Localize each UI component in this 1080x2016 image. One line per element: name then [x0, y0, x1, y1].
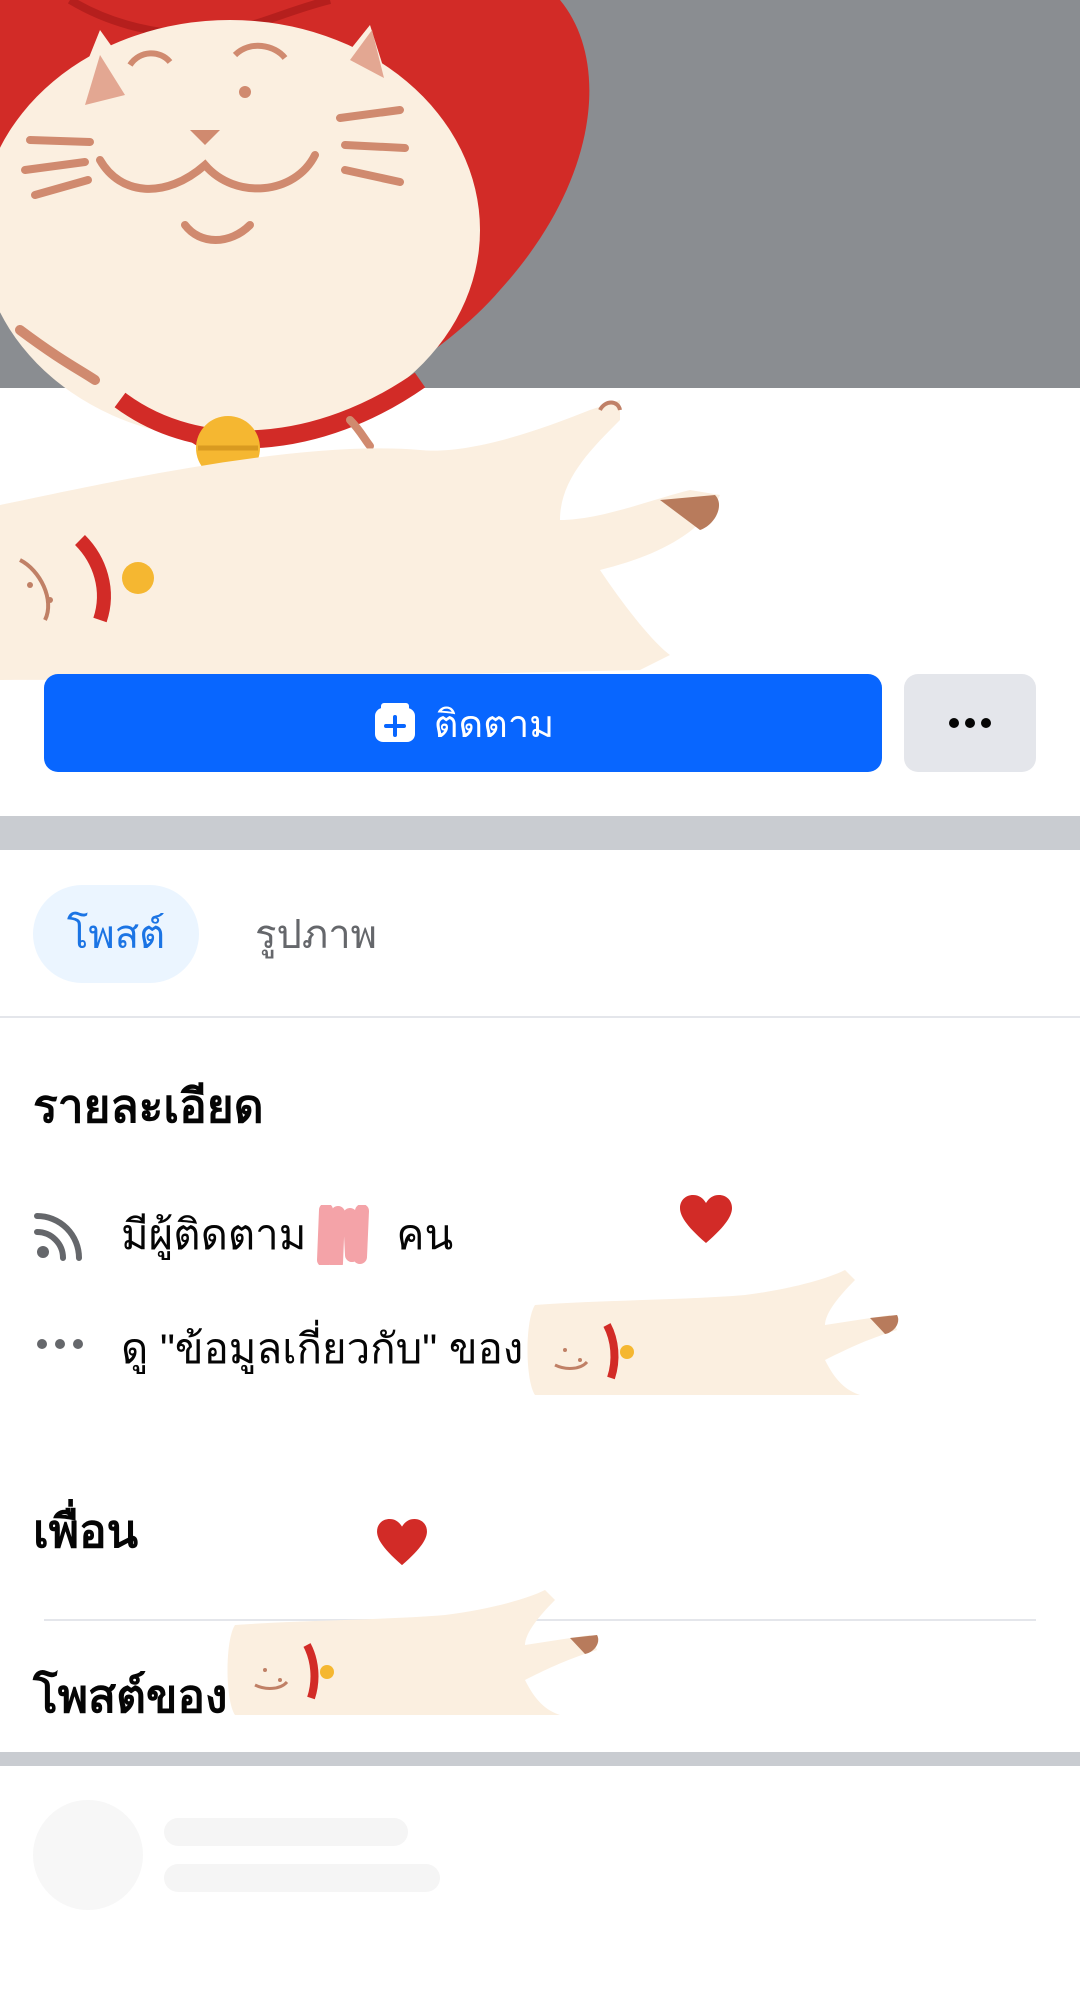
profile-picture-cat-sticker[interactable] — [0, 0, 760, 700]
follow-add-icon — [374, 703, 415, 742]
loading-avatar-placeholder — [33, 1800, 143, 1910]
followers-prefix: มีผู้ติดตาม — [121, 1211, 307, 1258]
details-heading: รายละเอียด — [33, 1080, 264, 1132]
tabs-divider — [0, 1016, 1080, 1018]
follow-button[interactable]: ติดตาม — [44, 674, 882, 772]
more-dots-icon — [37, 1339, 83, 1349]
see-about-label: ดู "ข้อมูลเกี่ยวกับ" ของ — [121, 1325, 524, 1372]
follow-button-label: ติดตาม — [433, 703, 555, 746]
more-options-button[interactable] — [904, 674, 1036, 772]
loading-text-placeholder — [164, 1818, 408, 1846]
heart-sticker-icon — [377, 1519, 427, 1566]
lying-cat-sticker-icon — [227, 1590, 599, 1715]
followers-row: มีผู้ติดตาม คน — [33, 1200, 453, 1270]
loading-text-placeholder — [164, 1864, 440, 1892]
friends-heading[interactable]: เพื่อน — [33, 1495, 138, 1568]
followers-suffix: คน — [396, 1211, 454, 1258]
ellipsis-icon — [949, 718, 991, 728]
tab-posts[interactable]: โพสต์ — [33, 885, 199, 983]
rss-feed-icon — [34, 1213, 82, 1261]
scribble-redaction — [317, 1203, 370, 1270]
tab-photos[interactable]: รูปภาพ — [236, 885, 396, 983]
tab-posts-label: โพสต์ — [66, 913, 166, 957]
see-about-row[interactable]: ดู "ข้อมูลเกี่ยวกับ" ของ — [33, 1314, 523, 1384]
section-separator — [0, 816, 1080, 850]
posts-of-heading: โพสต์ของ — [33, 1670, 228, 1722]
heart-sticker-icon — [680, 1195, 732, 1243]
followers-count-redacted — [306, 1203, 396, 1270]
lying-cat-sticker-icon — [527, 1270, 899, 1395]
section-separator — [0, 1752, 1080, 1766]
tab-photos-label: รูปภาพ — [254, 913, 378, 957]
